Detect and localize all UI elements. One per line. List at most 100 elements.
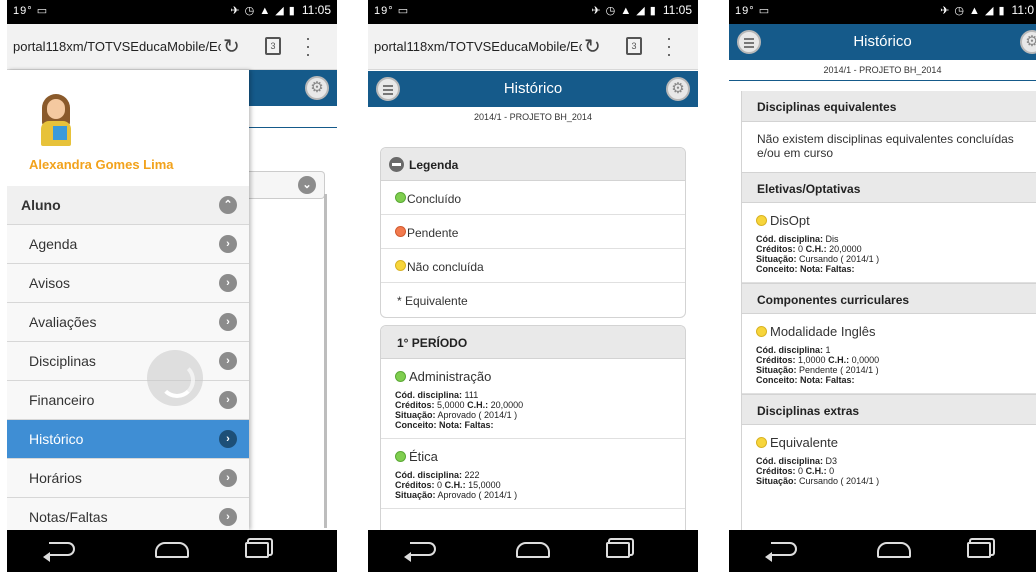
back-icon[interactable] xyxy=(765,542,797,562)
chevron-right-icon: › xyxy=(219,274,237,292)
avatar xyxy=(37,94,75,146)
value: D3 xyxy=(825,456,838,466)
status-left: 19° ▭ xyxy=(374,5,410,17)
legend-item: Não concluída xyxy=(381,249,685,283)
discipline-item: Ética Cód. disciplina: 222 Créditos: 0 C… xyxy=(381,439,685,509)
tabs-icon[interactable]: 3 xyxy=(626,37,642,55)
label: C.H.: xyxy=(444,480,466,490)
discipline-code: Cód. disciplina: 111 xyxy=(395,390,685,400)
yellow-status-icon xyxy=(756,437,767,448)
discipline-status: Situação: Aprovado ( 2014/1 ) xyxy=(395,410,685,420)
status-bar: 19° ▭ ✈ ◷ ▲ ◢ ▮ 11:05 xyxy=(7,0,337,24)
drawer-item-financeiro[interactable]: Financeiro › xyxy=(7,381,249,420)
recent-apps-icon[interactable] xyxy=(606,542,630,558)
discipline-status: Situação: Cursando ( 2014/1 ) xyxy=(756,254,1036,264)
discipline-item: DisOpt Cód. disciplina: Dis Créditos: 0 … xyxy=(742,203,1036,283)
legend-label: * Equivalente xyxy=(397,294,468,308)
label: Situação: xyxy=(395,490,436,500)
value: Aprovado ( 2014/1 ) xyxy=(437,410,518,420)
discipline-code: Cód. disciplina: Dis xyxy=(756,234,1036,244)
period-title: 1° PERÍODO xyxy=(397,336,468,350)
drawer-item-avisos[interactable]: Avisos › xyxy=(7,264,249,303)
more-vert-icon[interactable]: · · · xyxy=(666,29,672,63)
recent-apps-icon[interactable] xyxy=(967,542,991,558)
back-icon[interactable] xyxy=(404,542,436,562)
discipline-code: Cód. disciplina: D3 xyxy=(756,456,1036,466)
value: Cursando ( 2014/1 ) xyxy=(799,254,880,264)
drawer-item-label: Financeiro xyxy=(29,392,95,408)
gear-icon[interactable]: ⚙ xyxy=(666,77,690,101)
label: C.H.: xyxy=(805,466,827,476)
more-vert-icon[interactable]: · · · xyxy=(305,29,311,63)
drawer-item-horarios[interactable]: Horários › xyxy=(7,459,249,498)
drawer-item-avaliacoes[interactable]: Avaliações › xyxy=(7,303,249,342)
discipline-name: Administração xyxy=(395,369,685,384)
recent-apps-icon[interactable] xyxy=(245,542,269,558)
drawer-item-disciplinas[interactable]: Disciplinas › xyxy=(7,342,249,381)
legend-label: Não concluída xyxy=(407,260,484,274)
period-label: 2014/1 - PROJETO BH_2014 xyxy=(729,60,1036,81)
drawer-item-historico[interactable]: Histórico › xyxy=(7,420,249,459)
home-icon[interactable] xyxy=(516,542,550,558)
value: 1,0000 xyxy=(798,355,826,365)
empty-message: Não existem disciplinas equivalentes con… xyxy=(757,132,1014,160)
section-label: Aluno xyxy=(21,197,61,213)
phone-screen-historico: 19° ▭ ✈ ◷ ▲ ◢ ▮ 11:05 portal118xm/TOTVSEd… xyxy=(368,0,698,572)
reload-icon[interactable]: ↻ xyxy=(584,34,601,59)
back-icon[interactable] xyxy=(43,542,75,562)
discipline-grades: Conceito: Nota: Faltas: xyxy=(756,375,1036,385)
user-profile: Alexandra Gomes Lima xyxy=(7,70,249,186)
discipline-grades: Conceito: Nota: Faltas: xyxy=(395,420,685,430)
label: Situação: xyxy=(756,365,797,375)
reload-icon[interactable]: ↻ xyxy=(223,34,240,59)
scrollbar[interactable] xyxy=(324,194,327,528)
drawer-section-aluno[interactable]: Aluno ⌃ xyxy=(7,186,249,225)
green-status-icon xyxy=(395,371,406,382)
signal-icons: ✈ ◷ ▲ ◢ ▮ xyxy=(940,5,1006,17)
drawer-item-agenda[interactable]: Agenda › xyxy=(7,225,249,264)
discipline-name: Ética xyxy=(395,449,685,464)
value: 111 xyxy=(464,390,479,400)
legend-header[interactable]: Legenda xyxy=(381,148,685,181)
status-right: ✈ ◷ ▲ ◢ ▮ 11:05 xyxy=(591,3,692,17)
legend-item: Concluído xyxy=(381,181,685,215)
label: Cód. disciplina: xyxy=(756,345,824,355)
discipline-name-text: Modalidade Inglês xyxy=(770,324,876,339)
green-status-icon xyxy=(395,192,406,203)
label: Conceito: Nota: Faltas: xyxy=(756,264,855,274)
discipline-status: Situação: Aprovado ( 2014/1 ) xyxy=(395,490,685,500)
gear-icon[interactable]: ⚙ xyxy=(1020,30,1036,54)
label: Cód. disciplina: xyxy=(756,234,824,244)
discipline-name-text: Administração xyxy=(409,369,492,384)
home-icon[interactable] xyxy=(877,542,911,558)
drawer-item-notas-faltas[interactable]: Notas/Faltas › xyxy=(7,498,249,530)
period-header: 1° PERÍODO xyxy=(381,326,685,359)
gear-icon[interactable]: ⚙ xyxy=(305,76,329,100)
legend-card: Legenda Concluído Pendente Não concluída… xyxy=(380,147,686,318)
android-nav-bar xyxy=(7,530,337,572)
label: Situação: xyxy=(756,254,797,264)
discipline-status: Situação: Cursando ( 2014/1 ) xyxy=(756,476,1036,486)
discipline-grades: Conceito: Nota: Faltas: xyxy=(756,264,1036,274)
android-nav-bar xyxy=(729,530,1036,572)
background-app-page: ⚙ ⌄ xyxy=(247,70,337,530)
url-field[interactable]: portal118xm/TOTVSEducaMobile/Ec xyxy=(13,39,221,54)
page-title: Histórico xyxy=(853,33,912,50)
tabs-icon[interactable]: 3 xyxy=(265,37,281,55)
value: 222 xyxy=(464,470,480,480)
discipline-name: Equivalente xyxy=(756,435,1036,450)
discipline-credits: Créditos: 0 C.H.: 0 xyxy=(756,466,1036,476)
discipline-code: Cód. disciplina: 1 xyxy=(756,345,1036,355)
url-field[interactable]: portal118xm/TOTVSEducaMobile/Ec xyxy=(374,39,582,54)
status-right: ✈ ◷ ▲ ◢ ▮ 11:0 xyxy=(940,3,1034,17)
discipline-item: Equivalente Cód. disciplina: D3 Créditos… xyxy=(742,425,1036,494)
period-select[interactable]: ⌄ xyxy=(247,171,325,199)
value: 0 xyxy=(798,244,804,254)
home-icon[interactable] xyxy=(155,542,189,558)
phone-screen-menu: 19° ▭ ✈ ◷ ▲ ◢ ▮ 11:05 portal118xm/TOTVSEd… xyxy=(7,0,337,572)
label: Créditos: xyxy=(756,244,796,254)
value: Aprovado ( 2014/1 ) xyxy=(437,490,518,500)
collapse-icon[interactable] xyxy=(389,157,404,172)
yellow-status-icon xyxy=(395,260,406,271)
phone-screen-historico-scrolled: 19° ▭ ✈ ◷ ▲ ◢ ▮ 11:0 Histórico ⚙ 2014/1 -… xyxy=(729,0,1036,572)
